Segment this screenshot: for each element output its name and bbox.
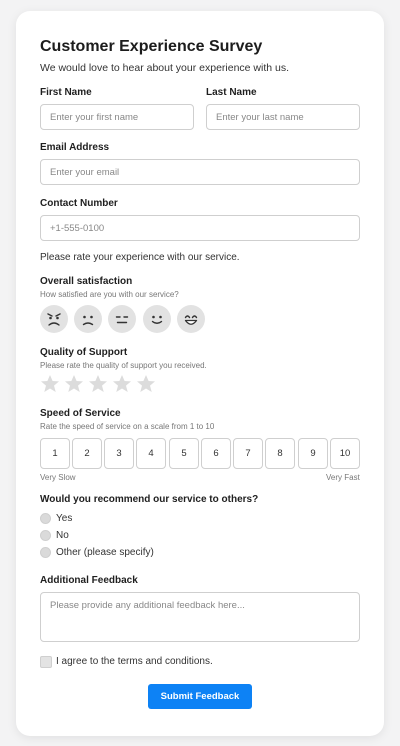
page-subtitle: We would love to hear about your experie… xyxy=(40,62,290,74)
recommend-label: Would you recommend our service to other… xyxy=(40,494,259,505)
speed-option[interactable]: 2 xyxy=(72,438,102,469)
speed-option[interactable]: 3 xyxy=(104,438,134,469)
email-label: Email Address xyxy=(40,142,110,153)
rating-intro: Please rate your experience with our ser… xyxy=(40,252,240,263)
speed-option[interactable]: 1 xyxy=(40,438,70,469)
radio-no[interactable] xyxy=(40,530,51,541)
terms-label: I agree to the terms and conditions. xyxy=(56,656,213,667)
speed-option[interactable]: 8 xyxy=(265,438,295,469)
radio-other[interactable] xyxy=(40,547,51,558)
star-icon[interactable] xyxy=(64,374,84,394)
satisfaction-hint: How satisfied are you with our service? xyxy=(40,290,179,299)
speed-option[interactable]: 6 xyxy=(201,438,231,469)
first-name-placeholder: Enter your first name xyxy=(50,111,139,123)
email-input[interactable]: Enter your email xyxy=(40,159,360,185)
page-title: Customer Experience Survey xyxy=(40,38,263,55)
neutral-face-icon[interactable] xyxy=(108,305,136,333)
star-icon[interactable] xyxy=(136,374,156,394)
terms-checkbox[interactable] xyxy=(40,656,52,668)
satisfaction-label: Overall satisfaction xyxy=(40,276,133,287)
email-placeholder: Enter your email xyxy=(50,166,120,178)
speed-option[interactable]: 10 xyxy=(330,438,360,469)
contact-number-placeholder: +1-555-0100 xyxy=(50,222,105,234)
radio-yes[interactable] xyxy=(40,513,51,524)
first-name-input[interactable]: Enter your first name xyxy=(40,104,194,130)
speed-option[interactable]: 9 xyxy=(298,438,328,469)
last-name-label: Last Name xyxy=(206,87,257,98)
grin-face-icon[interactable] xyxy=(177,305,205,333)
scale-min-label: Very Slow xyxy=(40,473,76,482)
scale-max-label: Very Fast xyxy=(326,473,360,482)
sad-face-icon[interactable] xyxy=(74,305,102,333)
radio-other-label: Other (please specify) xyxy=(56,547,154,558)
radio-yes-label: Yes xyxy=(56,513,73,524)
star-icon[interactable] xyxy=(88,374,108,394)
support-label: Quality of Support xyxy=(40,347,128,358)
contact-number-label: Contact Number xyxy=(40,198,118,209)
submit-button[interactable]: Submit Feedback xyxy=(148,684,252,709)
speed-hint: Rate the speed of service on a scale fro… xyxy=(40,422,215,431)
speed-label: Speed of Service xyxy=(40,408,121,419)
contact-number-input[interactable]: +1-555-0100 xyxy=(40,215,360,241)
last-name-input[interactable]: Enter your last name xyxy=(206,104,360,130)
radio-no-label: No xyxy=(56,530,69,541)
star-icon[interactable] xyxy=(112,374,132,394)
speed-option[interactable]: 7 xyxy=(233,438,263,469)
smile-face-icon[interactable] xyxy=(143,305,171,333)
last-name-placeholder: Enter your last name xyxy=(216,111,304,123)
survey-card: Customer Experience Survey We would love… xyxy=(16,11,384,736)
feedback-label: Additional Feedback xyxy=(40,575,138,586)
support-hint: Please rate the quality of support you r… xyxy=(40,361,207,370)
star-icon[interactable] xyxy=(40,374,60,394)
angry-face-icon[interactable] xyxy=(40,305,68,333)
first-name-label: First Name xyxy=(40,87,92,98)
feedback-placeholder: Please provide any additional feedback h… xyxy=(50,600,245,611)
speed-option[interactable]: 4 xyxy=(136,438,166,469)
speed-option[interactable]: 5 xyxy=(169,438,199,469)
feedback-textarea[interactable]: Please provide any additional feedback h… xyxy=(40,592,360,642)
